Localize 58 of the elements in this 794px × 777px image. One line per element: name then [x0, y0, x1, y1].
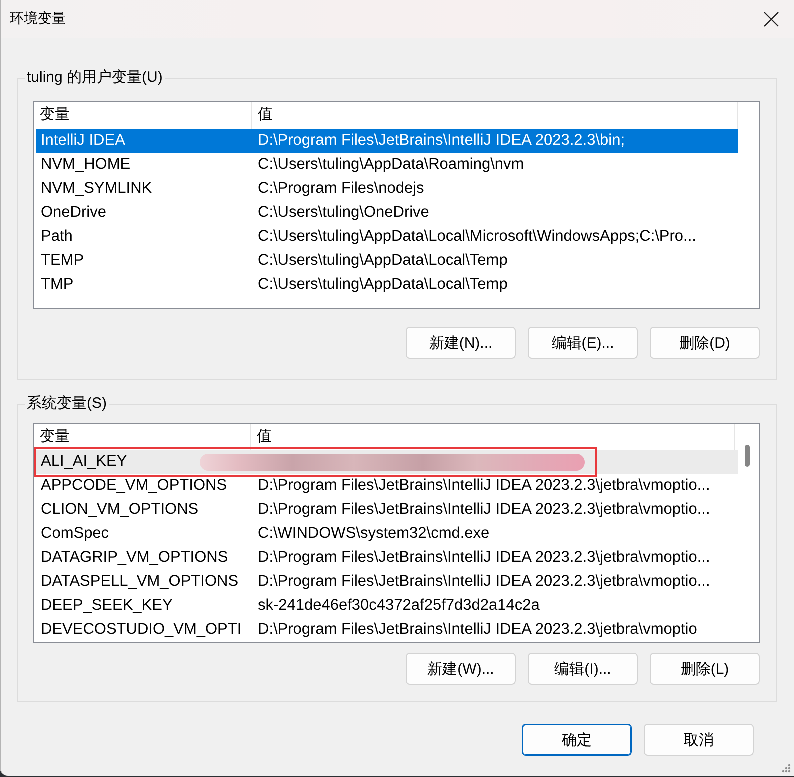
list-row[interactable]: NVM_SYMLINK C:\Program Files\nodejs: [36, 177, 738, 201]
list-row[interactable]: IntelliJ IDEA D:\Program Files\JetBrains\IntelliJ IDEA 2023.2.3\bin;: [36, 129, 738, 153]
list-row[interactable]: DEVECOSTUDIO_VM_OPTI D:\Program Files\JetBrains\IntelliJ IDEA 2023.2.3\jetbra\vmoptio: [36, 618, 738, 642]
group-label: 系统变量(S): [25, 394, 109, 414]
table-cell-text: D:\Program Files\JetBrains\IntelliJ IDEA 2023.2.3\jetbra\vmoptio: [257, 620, 698, 640]
table-cell-text: D:\Program Files\JetBrains\IntelliJ IDEA 2023.2.3\jetbra\vmoptio...: [257, 500, 712, 520]
table-cell-text: D:\Program Files\JetBrains\IntelliJ IDEA 2023.2.3\jetbra\vmoptio...: [257, 476, 712, 496]
table-cell-text: Path: [40, 227, 74, 247]
table-cell-text: sk-241de46ef30c4372af25f7d3d2a14c2a: [257, 596, 541, 616]
table-cell-text: D:\Program Files\JetBrains\IntelliJ IDEA 2023.2.3\bin;: [257, 131, 626, 151]
new-button[interactable]: 新建(W)...: [406, 653, 516, 685]
list-row[interactable]: NVM_HOME C:\Users\tuling\AppData\Roaming\nvm: [36, 153, 738, 177]
table-cell-text: C:\Users\tuling\OneDrive: [257, 203, 430, 223]
list-row[interactable]: OneDrive C:\Users\tuling\OneDrive: [36, 201, 738, 225]
table-cell-text: DATASPELL_VM_OPTIONS: [40, 572, 240, 592]
list-row[interactable]: ComSpec C:\WINDOWS\system32\cmd.exe: [36, 522, 738, 546]
edit-button[interactable]: 编辑(E)...: [528, 327, 638, 359]
list-row[interactable]: CLION_VM_OPTIONS D:\Program Files\JetBrains\IntelliJ IDEA 2023.2.3\jetbra\vmoptio...: [36, 498, 738, 522]
table-cell-text: C:\Program Files\nodejs: [257, 179, 426, 199]
table-cell-text: DEVECOSTUDIO_VM_OPTI: [40, 620, 243, 640]
window-title: 环境变量: [10, 10, 66, 28]
table-cell-text: APPCODE_VM_OPTIONS: [40, 476, 228, 496]
list-row[interactable]: DATASPELL_VM_OPTIONS D:\Program Files\JetBrains\IntelliJ IDEA 2023.2.3\jetbra\vmoptio...: [36, 570, 738, 594]
table-cell-text: C:\Users\tuling\AppData\Roaming\nvm: [257, 155, 526, 175]
delete-button[interactable]: 删除(L): [650, 653, 760, 685]
table-cell-text: ALI_AI_KEY: [40, 452, 128, 472]
resize-grip-icon[interactable]: [782, 764, 791, 773]
table-cell-text: CLION_VM_OPTIONS: [40, 500, 200, 520]
table-cell-text: D:\Program Files\JetBrains\IntelliJ IDEA 2023.2.3\jetbra\vmoptio...: [257, 572, 712, 592]
list-row[interactable]: TEMP C:\Users\tuling\AppData\Local\Temp: [36, 249, 738, 273]
scrollbar-thumb[interactable]: [745, 445, 750, 467]
group-label: tuling 的用户变量(U): [25, 68, 165, 88]
table-cell-text: IntelliJ IDEA: [40, 131, 126, 151]
table-cell-text: NVM_SYMLINK: [40, 179, 154, 199]
table-cell-text: OneDrive: [40, 203, 108, 223]
close-icon: [764, 12, 778, 26]
list-row[interactable]: TMP C:\Users\tuling\AppData\Local\Temp: [36, 273, 738, 297]
table-cell-text: D:\Program Files\JetBrains\IntelliJ IDEA 2023.2.3\jetbra\vmoptio...: [257, 548, 712, 568]
cancel-button[interactable]: 取消: [644, 724, 754, 756]
table-cell-text: DATAGRIP_VM_OPTIONS: [40, 548, 230, 568]
table-cell-text: TEMP: [40, 251, 86, 271]
table-cell-text: DEEP_SEEK_KEY: [40, 596, 174, 616]
list-row[interactable]: ALI_AI_KEY: [36, 450, 738, 474]
table-cell-text: C:\Users\tuling\AppData\Local\Microsoft\WindowsApps;C:\Pro...: [257, 227, 698, 247]
edit-button[interactable]: 编辑(I)...: [528, 653, 638, 685]
list-row[interactable]: DATAGRIP_VM_OPTIONS D:\Program Files\JetBrains\IntelliJ IDEA 2023.2.3\jetbra\vmoptio...: [36, 546, 738, 570]
table-cell-text: NVM_HOME: [40, 155, 132, 175]
table-cell-text: C:\Users\tuling\AppData\Local\Temp: [257, 251, 509, 271]
table-cell-text: C:\WINDOWS\system32\cmd.exe: [257, 524, 491, 544]
table-cell-text: TMP: [40, 275, 75, 295]
table-cell-text: ComSpec: [40, 524, 110, 544]
ok-button[interactable]: 确定: [522, 724, 632, 756]
list-row[interactable]: DEEP_SEEK_KEY sk-241de46ef30c4372af25f7d3d2a14c2a: [36, 594, 738, 618]
new-button[interactable]: 新建(N)...: [406, 327, 516, 359]
delete-button[interactable]: 删除(D): [650, 327, 760, 359]
list-row[interactable]: APPCODE_VM_OPTIONS D:\Program Files\JetBrains\IntelliJ IDEA 2023.2.3\jetbra\vmoptio...: [36, 474, 738, 498]
table-cell-text: C:\Users\tuling\AppData\Local\Temp: [257, 275, 509, 295]
list-row[interactable]: Path C:\Users\tuling\AppData\Local\Microsoft\WindowsApps;C:\Pro...: [36, 225, 738, 249]
